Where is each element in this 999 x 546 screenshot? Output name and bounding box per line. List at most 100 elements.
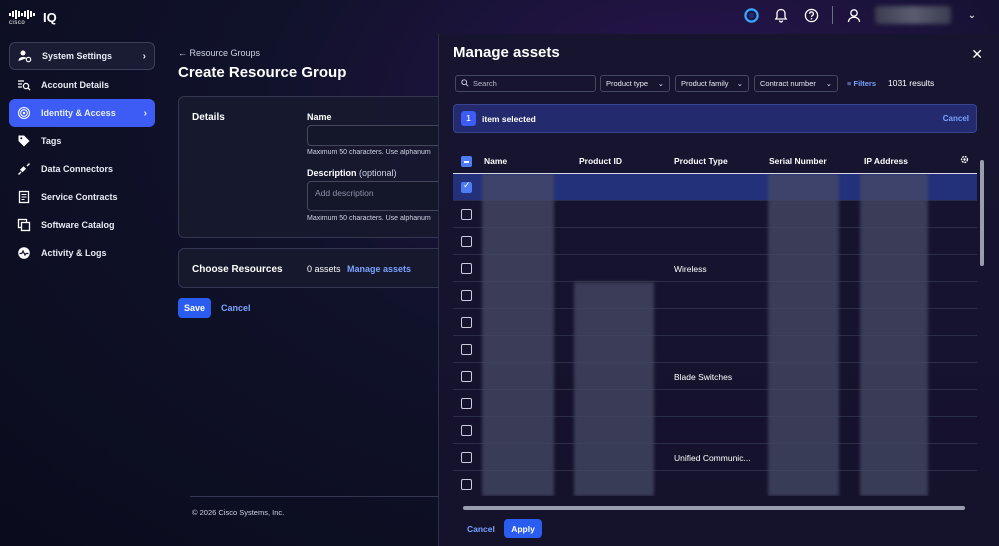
row-checkbox[interactable] xyxy=(461,398,472,409)
arrow-left-icon: ← xyxy=(178,48,187,58)
account-search-icon xyxy=(17,78,31,92)
sidebar-item-label: Identity & Access xyxy=(41,108,116,118)
manage-assets-link[interactable]: Manage assets xyxy=(347,264,411,274)
fingerprint-icon xyxy=(17,106,31,120)
vertical-scrollbar[interactable] xyxy=(978,148,986,504)
row-checkbox[interactable] xyxy=(461,209,472,220)
close-icon[interactable]: ✕ xyxy=(971,46,983,63)
selected-label: item selected xyxy=(482,114,536,124)
contract-number-dropdown[interactable]: Contract number ⌄ xyxy=(754,75,838,92)
sidebar-item-service-contracts[interactable]: Service Contracts xyxy=(9,183,155,211)
cisco-logo[interactable]: cisco IQ xyxy=(9,9,57,26)
sidebar-item-label: Activity & Logs xyxy=(41,248,107,258)
description-optional: (optional) xyxy=(359,168,397,178)
row-checkbox[interactable] xyxy=(461,452,472,463)
sidebar-item-identity-access[interactable]: Identity & Access › xyxy=(9,99,155,127)
plug-icon xyxy=(17,162,31,176)
user-name[interactable] xyxy=(875,6,951,24)
select-all-checkbox[interactable] xyxy=(461,156,472,167)
catalog-icon xyxy=(17,218,31,232)
product-type-cell: Blade Switches xyxy=(674,372,733,382)
details-label: Details xyxy=(192,112,225,123)
product-family-dropdown[interactable]: Product family ⌄ xyxy=(675,75,749,92)
tag-icon xyxy=(17,134,31,148)
table-header: Name Product ID Product Type Serial Numb… xyxy=(453,148,977,174)
filters-link[interactable]: ≡ Filters xyxy=(847,79,876,88)
blurred-ip-column xyxy=(860,174,928,496)
sidebar-item-account-details[interactable]: Account Details xyxy=(9,71,155,99)
description-label-text: Description xyxy=(307,168,357,178)
blurred-serial-column xyxy=(768,174,839,496)
dropdown-label: Product family xyxy=(681,79,729,88)
selection-bar: 1 item selected Cancel xyxy=(453,104,977,133)
choose-resources-card: Choose Resources 0 assets Manage assets xyxy=(178,248,478,288)
search-input[interactable]: Search xyxy=(455,75,596,92)
chevron-right-icon: › xyxy=(143,107,147,119)
row-checkbox[interactable] xyxy=(461,344,472,355)
assets-count: 0 assets xyxy=(307,264,341,274)
dropdown-label: Contract number xyxy=(760,79,816,88)
copyright: © 2026 Cisco Systems, Inc. xyxy=(192,508,285,517)
sidebar-item-system-settings[interactable]: System Settings › xyxy=(9,42,155,70)
column-header-name[interactable]: Name xyxy=(484,156,507,166)
manage-assets-modal: Manage assets ✕ Search Product type ⌄ Pr… xyxy=(438,34,999,546)
name-label: Name xyxy=(307,112,332,122)
column-header-ip-address[interactable]: IP Address xyxy=(864,156,908,166)
row-checkbox[interactable] xyxy=(461,290,472,301)
clear-selection-button[interactable]: Cancel xyxy=(943,114,969,123)
selected-count: 1 xyxy=(461,111,476,126)
sidebar-item-label: Tags xyxy=(41,136,62,146)
choose-resources-label: Choose Resources xyxy=(192,264,283,275)
description-label: Description (optional) xyxy=(307,168,397,178)
row-checkbox[interactable] xyxy=(461,479,472,490)
row-checkbox[interactable] xyxy=(461,263,472,274)
user-icon[interactable] xyxy=(845,6,863,24)
assistant-icon[interactable] xyxy=(742,6,760,24)
sidebar-item-label: Software Catalog xyxy=(41,220,115,230)
top-bar: cisco IQ ⌄ xyxy=(0,0,999,34)
details-card: Details Name Maximum 50 characters. Use … xyxy=(178,96,479,238)
cancel-button[interactable]: Cancel xyxy=(221,303,251,313)
gear-icon[interactable] xyxy=(959,154,970,168)
sidebar-item-data-connectors[interactable]: Data Connectors xyxy=(9,155,155,183)
row-checkbox[interactable] xyxy=(461,317,472,328)
search-icon xyxy=(461,78,469,89)
sidebar-item-label: Service Contracts xyxy=(41,192,118,202)
modal-title: Manage assets xyxy=(453,44,560,61)
save-button[interactable]: Save xyxy=(178,298,211,318)
sidebar-item-software-catalog[interactable]: Software Catalog xyxy=(9,211,155,239)
back-link[interactable]: ← Resource Groups xyxy=(178,48,260,58)
sidebar-item-tags[interactable]: Tags xyxy=(9,127,155,155)
cisco-bars-icon: cisco xyxy=(9,9,35,26)
column-header-product-type[interactable]: Product Type xyxy=(674,156,728,166)
product-type-dropdown[interactable]: Product type ⌄ xyxy=(600,75,670,92)
row-checkbox[interactable] xyxy=(461,371,472,382)
divider xyxy=(832,6,833,24)
filter-icon: ≡ xyxy=(847,79,852,88)
filters-link-label: Filters xyxy=(853,79,876,88)
horizontal-scrollbar[interactable] xyxy=(453,504,977,512)
scroll-thumb[interactable] xyxy=(980,160,984,266)
scroll-thumb[interactable] xyxy=(463,506,965,510)
row-checkbox[interactable] xyxy=(461,425,472,436)
chevron-down-icon: ⌄ xyxy=(825,79,832,88)
apply-button[interactable]: Apply xyxy=(504,519,542,538)
row-checkbox[interactable] xyxy=(461,181,472,193)
column-header-serial-number[interactable]: Serial Number xyxy=(769,156,827,166)
activity-icon xyxy=(17,246,31,260)
sidebar-item-activity-logs[interactable]: Activity & Logs xyxy=(9,239,155,267)
chevron-down-icon: ⌄ xyxy=(736,79,743,88)
product-type-cell: Wireless xyxy=(674,264,707,274)
modal-cancel-button[interactable]: Cancel xyxy=(467,524,495,534)
results-count: 1031 results xyxy=(888,78,935,88)
blurred-product-id-column xyxy=(574,282,654,496)
row-checkbox[interactable] xyxy=(461,236,472,247)
blurred-name-column xyxy=(482,174,554,496)
dropdown-label: Product type xyxy=(606,79,649,88)
footer-divider xyxy=(190,496,438,497)
help-icon[interactable] xyxy=(802,6,820,24)
bell-icon[interactable] xyxy=(772,6,790,24)
chevron-down-icon[interactable]: ⌄ xyxy=(963,6,981,24)
column-header-product-id[interactable]: Product ID xyxy=(579,156,622,166)
brand-word: cisco xyxy=(9,20,26,26)
